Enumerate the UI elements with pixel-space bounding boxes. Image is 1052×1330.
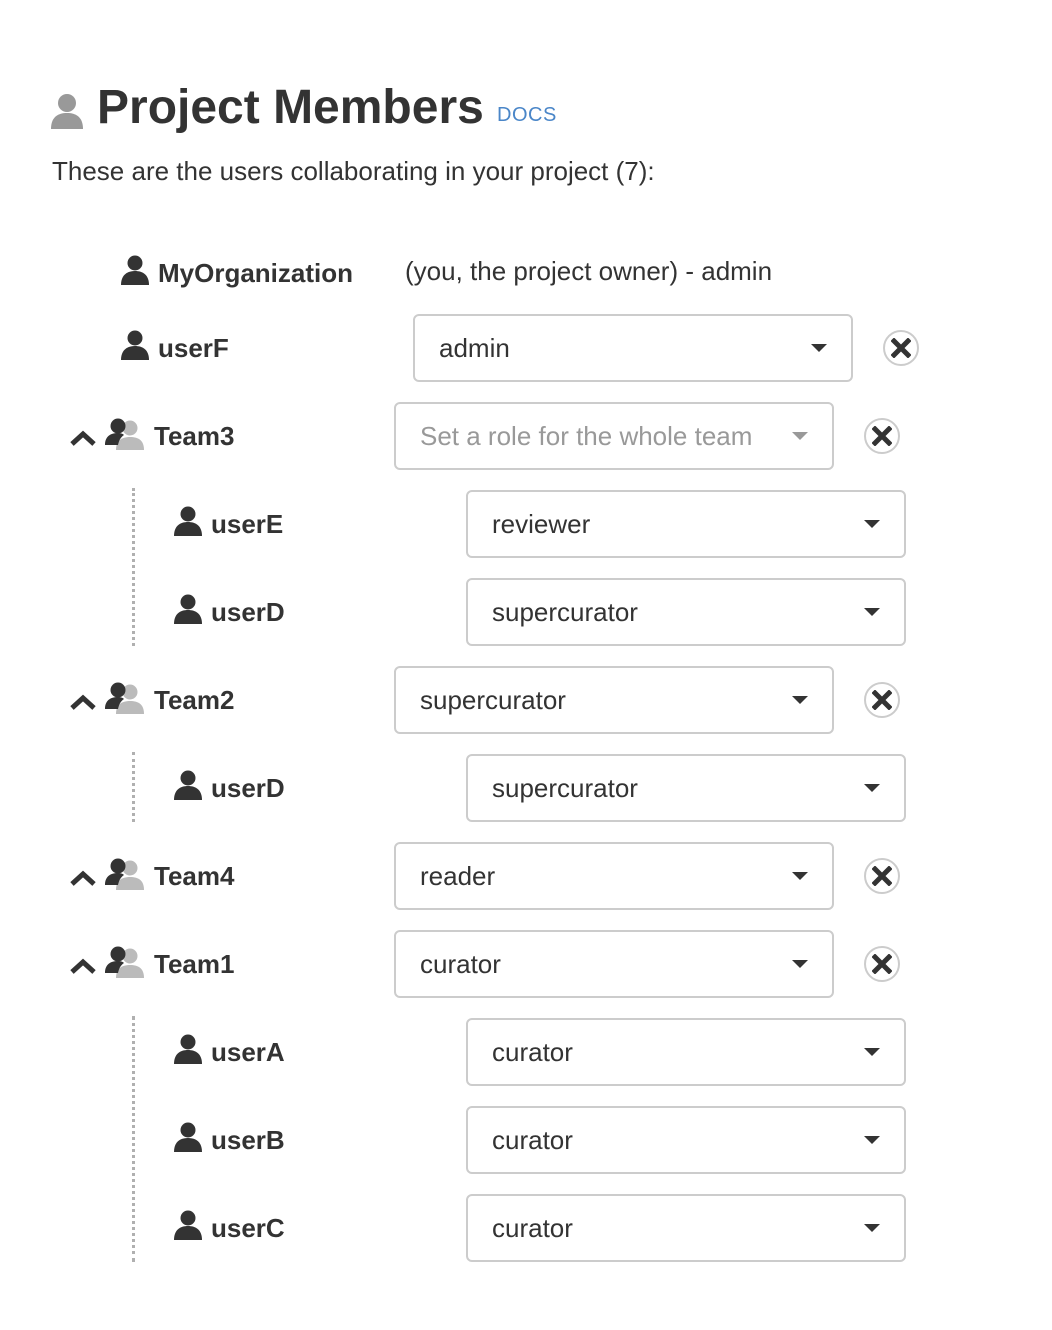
close-icon <box>872 866 892 886</box>
close-icon <box>891 338 911 358</box>
member-row: userF admin <box>0 314 1052 382</box>
owner-description: (you, the project owner) - admin <box>405 255 773 286</box>
user-icon <box>51 94 83 129</box>
page-title: Project Members <box>97 81 484 134</box>
team-member-name: userD <box>211 596 285 627</box>
member-role-select-value: supercurator <box>492 772 638 803</box>
user-icon <box>174 1210 202 1240</box>
user-icon <box>121 330 149 360</box>
member-role-select[interactable]: supercurator <box>466 578 906 646</box>
team-member-name: userC <box>211 1212 285 1243</box>
caret-down-icon <box>864 784 880 792</box>
member-role-select[interactable]: reviewer <box>466 490 906 558</box>
team-member-name: userB <box>211 1124 285 1155</box>
team-role-select-value: curator <box>420 948 501 979</box>
team-role-select[interactable]: Set a role for the whole team <box>394 402 834 470</box>
chevron-up-icon[interactable] <box>70 693 96 711</box>
user-icon <box>174 506 202 536</box>
user-icon <box>121 255 149 285</box>
team-member-row: userA curator <box>0 1018 1052 1086</box>
member-role-select[interactable]: curator <box>466 1106 906 1174</box>
member-role-select-value: supercurator <box>492 596 638 627</box>
caret-down-icon <box>792 432 808 440</box>
team-member-row: userD supercurator <box>0 754 1052 822</box>
team-row: Team2 supercurator <box>0 666 1052 734</box>
team-role-select-value: Set a role for the whole team <box>420 420 753 451</box>
user-icon <box>174 594 202 624</box>
member-role-select-value: curator <box>492 1212 573 1243</box>
remove-team-button[interactable] <box>864 418 900 454</box>
team-icon <box>105 418 144 450</box>
member-role-select[interactable]: curator <box>466 1018 906 1086</box>
team-role-select[interactable]: curator <box>394 930 834 998</box>
team-member-row: userC curator <box>0 1194 1052 1262</box>
member-role-select-value: curator <box>492 1124 573 1155</box>
team-icon <box>105 682 144 714</box>
member-role-select[interactable]: supercurator <box>466 754 906 822</box>
team-member-row: userB curator <box>0 1106 1052 1174</box>
user-icon <box>174 770 202 800</box>
close-icon <box>872 954 892 974</box>
chevron-up-icon[interactable] <box>70 957 96 975</box>
caret-down-icon <box>864 1224 880 1232</box>
caret-down-icon <box>864 1048 880 1056</box>
team-name: Team1 <box>154 948 235 979</box>
team-row: Team4 reader <box>0 842 1052 910</box>
caret-down-icon <box>864 520 880 528</box>
remove-team-button[interactable] <box>864 946 900 982</box>
team-member-name: userD <box>211 772 285 803</box>
team-role-select[interactable]: reader <box>394 842 834 910</box>
owner-name: MyOrganization <box>158 257 354 288</box>
page-subtitle: These are the users collaborating in you… <box>52 156 655 186</box>
team-icon <box>105 858 144 890</box>
caret-down-icon <box>792 696 808 704</box>
remove-member-button[interactable] <box>883 330 919 366</box>
team-name: Team2 <box>154 684 235 715</box>
team-name: Team4 <box>154 860 235 891</box>
user-icon <box>174 1122 202 1152</box>
close-icon <box>872 426 892 446</box>
user-icon <box>174 1034 202 1064</box>
caret-down-icon <box>792 872 808 880</box>
chevron-up-icon[interactable] <box>70 869 96 887</box>
remove-team-button[interactable] <box>864 858 900 894</box>
role-select-value: admin <box>439 332 510 363</box>
member-role-select-value: reviewer <box>492 508 591 539</box>
member-role-select[interactable]: curator <box>466 1194 906 1262</box>
chevron-up-icon[interactable] <box>70 429 96 447</box>
caret-down-icon <box>864 1136 880 1144</box>
caret-down-icon <box>811 344 827 352</box>
close-icon <box>872 690 892 710</box>
team-member-row: userD supercurator <box>0 578 1052 646</box>
team-role-select[interactable]: supercurator <box>394 666 834 734</box>
team-icon <box>105 946 144 978</box>
role-select[interactable]: admin <box>413 314 853 382</box>
team-name: Team3 <box>154 420 235 451</box>
team-member-row: userE reviewer <box>0 490 1052 558</box>
member-name: userF <box>158 332 229 363</box>
docs-link[interactable]: DOCS <box>497 104 557 127</box>
team-row: Team3 Set a role for the whole team <box>0 402 1052 470</box>
caret-down-icon <box>792 960 808 968</box>
owner-row: MyOrganization (you, the project owner) … <box>0 239 1052 307</box>
team-member-name: userE <box>211 508 284 539</box>
caret-down-icon <box>864 608 880 616</box>
member-role-select-value: curator <box>492 1036 573 1067</box>
team-role-select-value: supercurator <box>420 684 566 715</box>
remove-team-button[interactable] <box>864 682 900 718</box>
team-member-name: userA <box>211 1036 285 1067</box>
team-role-select-value: reader <box>420 860 496 891</box>
team-row: Team1 curator <box>0 930 1052 998</box>
